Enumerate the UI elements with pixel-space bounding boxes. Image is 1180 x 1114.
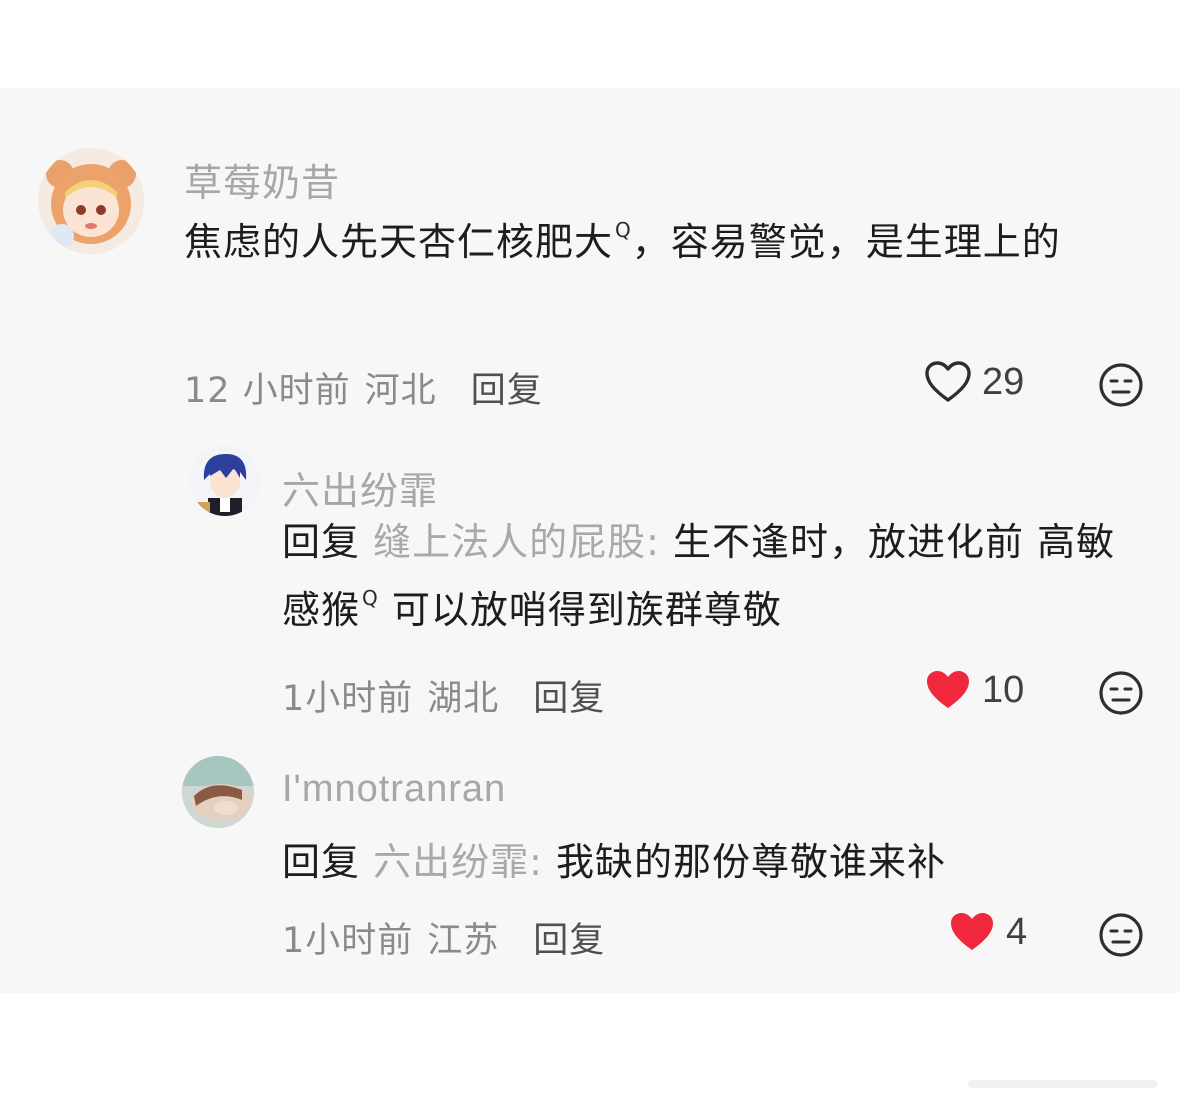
user-avatar[interactable] (182, 756, 254, 828)
sleeping-person-photo-avatar-icon (182, 756, 254, 828)
reply-button[interactable]: 回复 (471, 371, 543, 411)
search-icon[interactable]: Q (615, 220, 632, 240)
comment-meta: 12 小时前 河北 回复 (184, 362, 543, 413)
reply-prefix: 回复 (282, 840, 361, 884)
reply-button[interactable]: 回复 (533, 679, 605, 719)
comment-region: 河北 (364, 371, 437, 411)
comment-item: 草莓奶昔 焦虑的人先天杏仁核肥大 Q，容易警觉，是生理上的 12 小时前 河北 回复 … (0, 88, 1180, 428)
neutral-face-icon (1099, 671, 1143, 715)
search-icon[interactable]: Q (362, 588, 379, 608)
heart-outline-icon (925, 361, 971, 402)
dislike-button[interactable] (1098, 670, 1144, 716)
reply-target-username[interactable]: 缝上法人的屁股: (373, 520, 660, 564)
dislike-button[interactable] (1098, 362, 1144, 408)
like-button[interactable]: 4 (948, 910, 1027, 954)
reply-prefix: 回复 (282, 520, 361, 564)
like-count: 10 (982, 668, 1025, 711)
user-avatar[interactable] (38, 148, 144, 254)
reply-button[interactable]: 回复 (533, 921, 605, 961)
neutral-face-icon (1099, 913, 1143, 957)
comment-text-part: ，容易警觉，是生理上的 (631, 220, 1061, 264)
comment-text: 焦虑的人先天杏仁核肥大 Q，容易警觉，是生理上的 (184, 208, 1134, 276)
comment-time: 1小时前 (282, 921, 414, 961)
comment-meta: 1小时前 湖北 回复 (282, 670, 605, 721)
heart-filled-icon (951, 913, 993, 950)
comment-meta: 1小时前 江苏 回复 (282, 912, 605, 963)
dislike-button[interactable] (1098, 912, 1144, 958)
comment-text-part: 可以放哨得到族群尊敬 (378, 588, 782, 632)
anime-girl-hood-avatar-icon (38, 148, 144, 254)
like-count: 29 (982, 360, 1025, 403)
heart-filled-icon (927, 671, 969, 708)
like-button[interactable]: 10 (924, 668, 1024, 712)
comment-text: 回复 缝上法人的屁股: 生不逢时，放进化前 高敏感猴 Q 可以放哨得到族群尊敬 (282, 508, 1142, 644)
comment-username[interactable]: 六出纷霏 (282, 460, 438, 515)
reply-item: 六出纷霏 回复 缝上法人的屁股: 生不逢时，放进化前 高敏感猴 Q 可以放哨得到族… (0, 436, 1180, 719)
neutral-face-icon (1099, 363, 1143, 407)
comment-text-part: 我缺的那份尊敬谁来补 (542, 840, 947, 884)
comment-text: 回复 六出纷霏: 我缺的那份尊敬谁来补 (282, 828, 1142, 896)
comment-username[interactable]: 草莓奶昔 (184, 152, 340, 207)
reply-item: I'mnotranran 回复 六出纷霏: 我缺的那份尊敬谁来补 1小时前 江苏回… (0, 748, 1180, 978)
watermark-icon (968, 1080, 1158, 1088)
comment-region: 湖北 (427, 679, 500, 719)
comment-region: 江苏 (427, 921, 500, 961)
user-avatar[interactable] (190, 446, 260, 516)
like-button[interactable]: 29 (924, 360, 1024, 404)
reply-target-username[interactable]: 六出纷霏: (373, 840, 543, 884)
comment-time: 12 小时前 (184, 371, 351, 411)
anime-boy-blue-hair-avatar-icon (190, 446, 260, 516)
comment-username[interactable]: I'mnotranran (282, 768, 506, 811)
comment-text-part: 焦虑的人先天杏仁核肥大 (184, 220, 614, 264)
comment-time: 1小时前 (282, 679, 414, 719)
comment-panel: 草莓奶昔 焦虑的人先天杏仁核肥大 Q，容易警觉，是生理上的 12 小时前 河北 回复 … (0, 88, 1180, 993)
like-count: 4 (1006, 910, 1028, 953)
